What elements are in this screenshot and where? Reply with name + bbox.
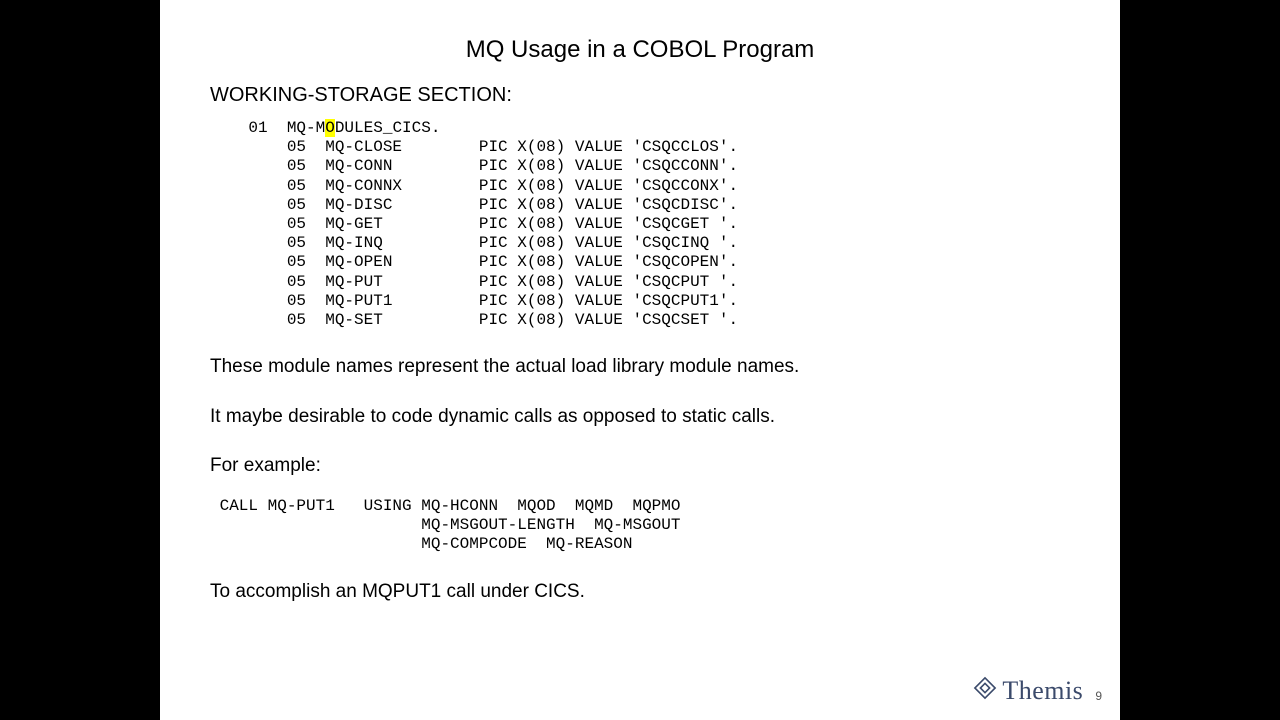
themis-logo-icon (972, 675, 1002, 706)
code-block-call-example: CALL MQ-PUT1 USING MQ-HCONN MQOD MQMD MQ… (210, 497, 1120, 555)
paragraph-for-example: For example: (210, 453, 1070, 479)
paragraph-dynamic-calls: It maybe desirable to code dynamic calls… (210, 404, 1070, 430)
highlighted-char: O (325, 119, 335, 137)
paragraph-module-names: These module names represent the actual … (210, 354, 1070, 380)
paragraph-accomplish: To accomplish an MQPUT1 call under CICS. (210, 579, 1070, 605)
footer: Themis 9 (972, 675, 1102, 706)
page-number: 9 (1095, 689, 1102, 706)
slide-title: MQ Usage in a COBOL Program (160, 36, 1120, 64)
code-rest: DULES_CICS. 05 MQ-CLOSE PIC X(08) VALUE … (210, 119, 738, 329)
slide-page: MQ Usage in a COBOL Program WORKING-STOR… (160, 0, 1120, 720)
code-block-working-storage: 01 MQ-MODULES_CICS. 05 MQ-CLOSE PIC X(08… (210, 119, 1120, 330)
code-prefix: 01 MQ-M (210, 119, 325, 137)
brand-name: Themis (1002, 676, 1083, 706)
section-heading: WORKING-STORAGE SECTION: (210, 84, 1120, 107)
